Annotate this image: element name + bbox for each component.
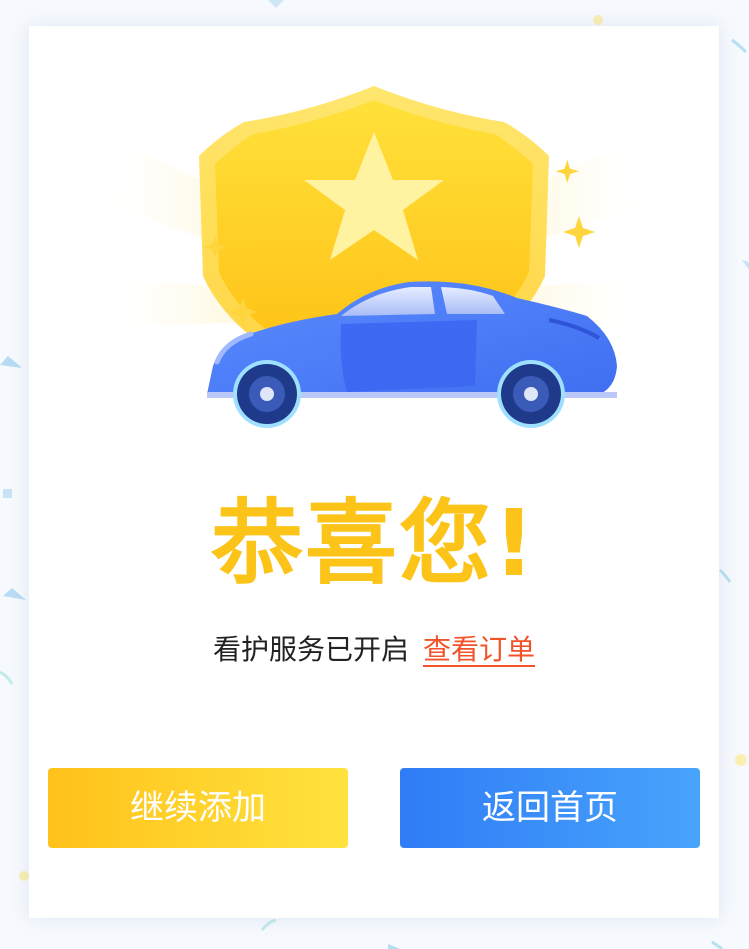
status-line: 看护服务已开启 查看订单 — [29, 628, 719, 672]
view-order-link[interactable]: 查看订单 — [423, 633, 535, 666]
success-headline: 恭喜您! — [211, 490, 537, 597]
back-home-button[interactable]: 返回首页 — [400, 768, 700, 848]
success-card: 恭喜您! 看护服务已开启 查看订单 继续添加 返回首页 — [29, 26, 719, 918]
success-illustration — [109, 86, 639, 428]
status-message: 看护服务已开启 — [212, 633, 409, 666]
continue-add-button[interactable]: 继续添加 — [48, 768, 348, 848]
